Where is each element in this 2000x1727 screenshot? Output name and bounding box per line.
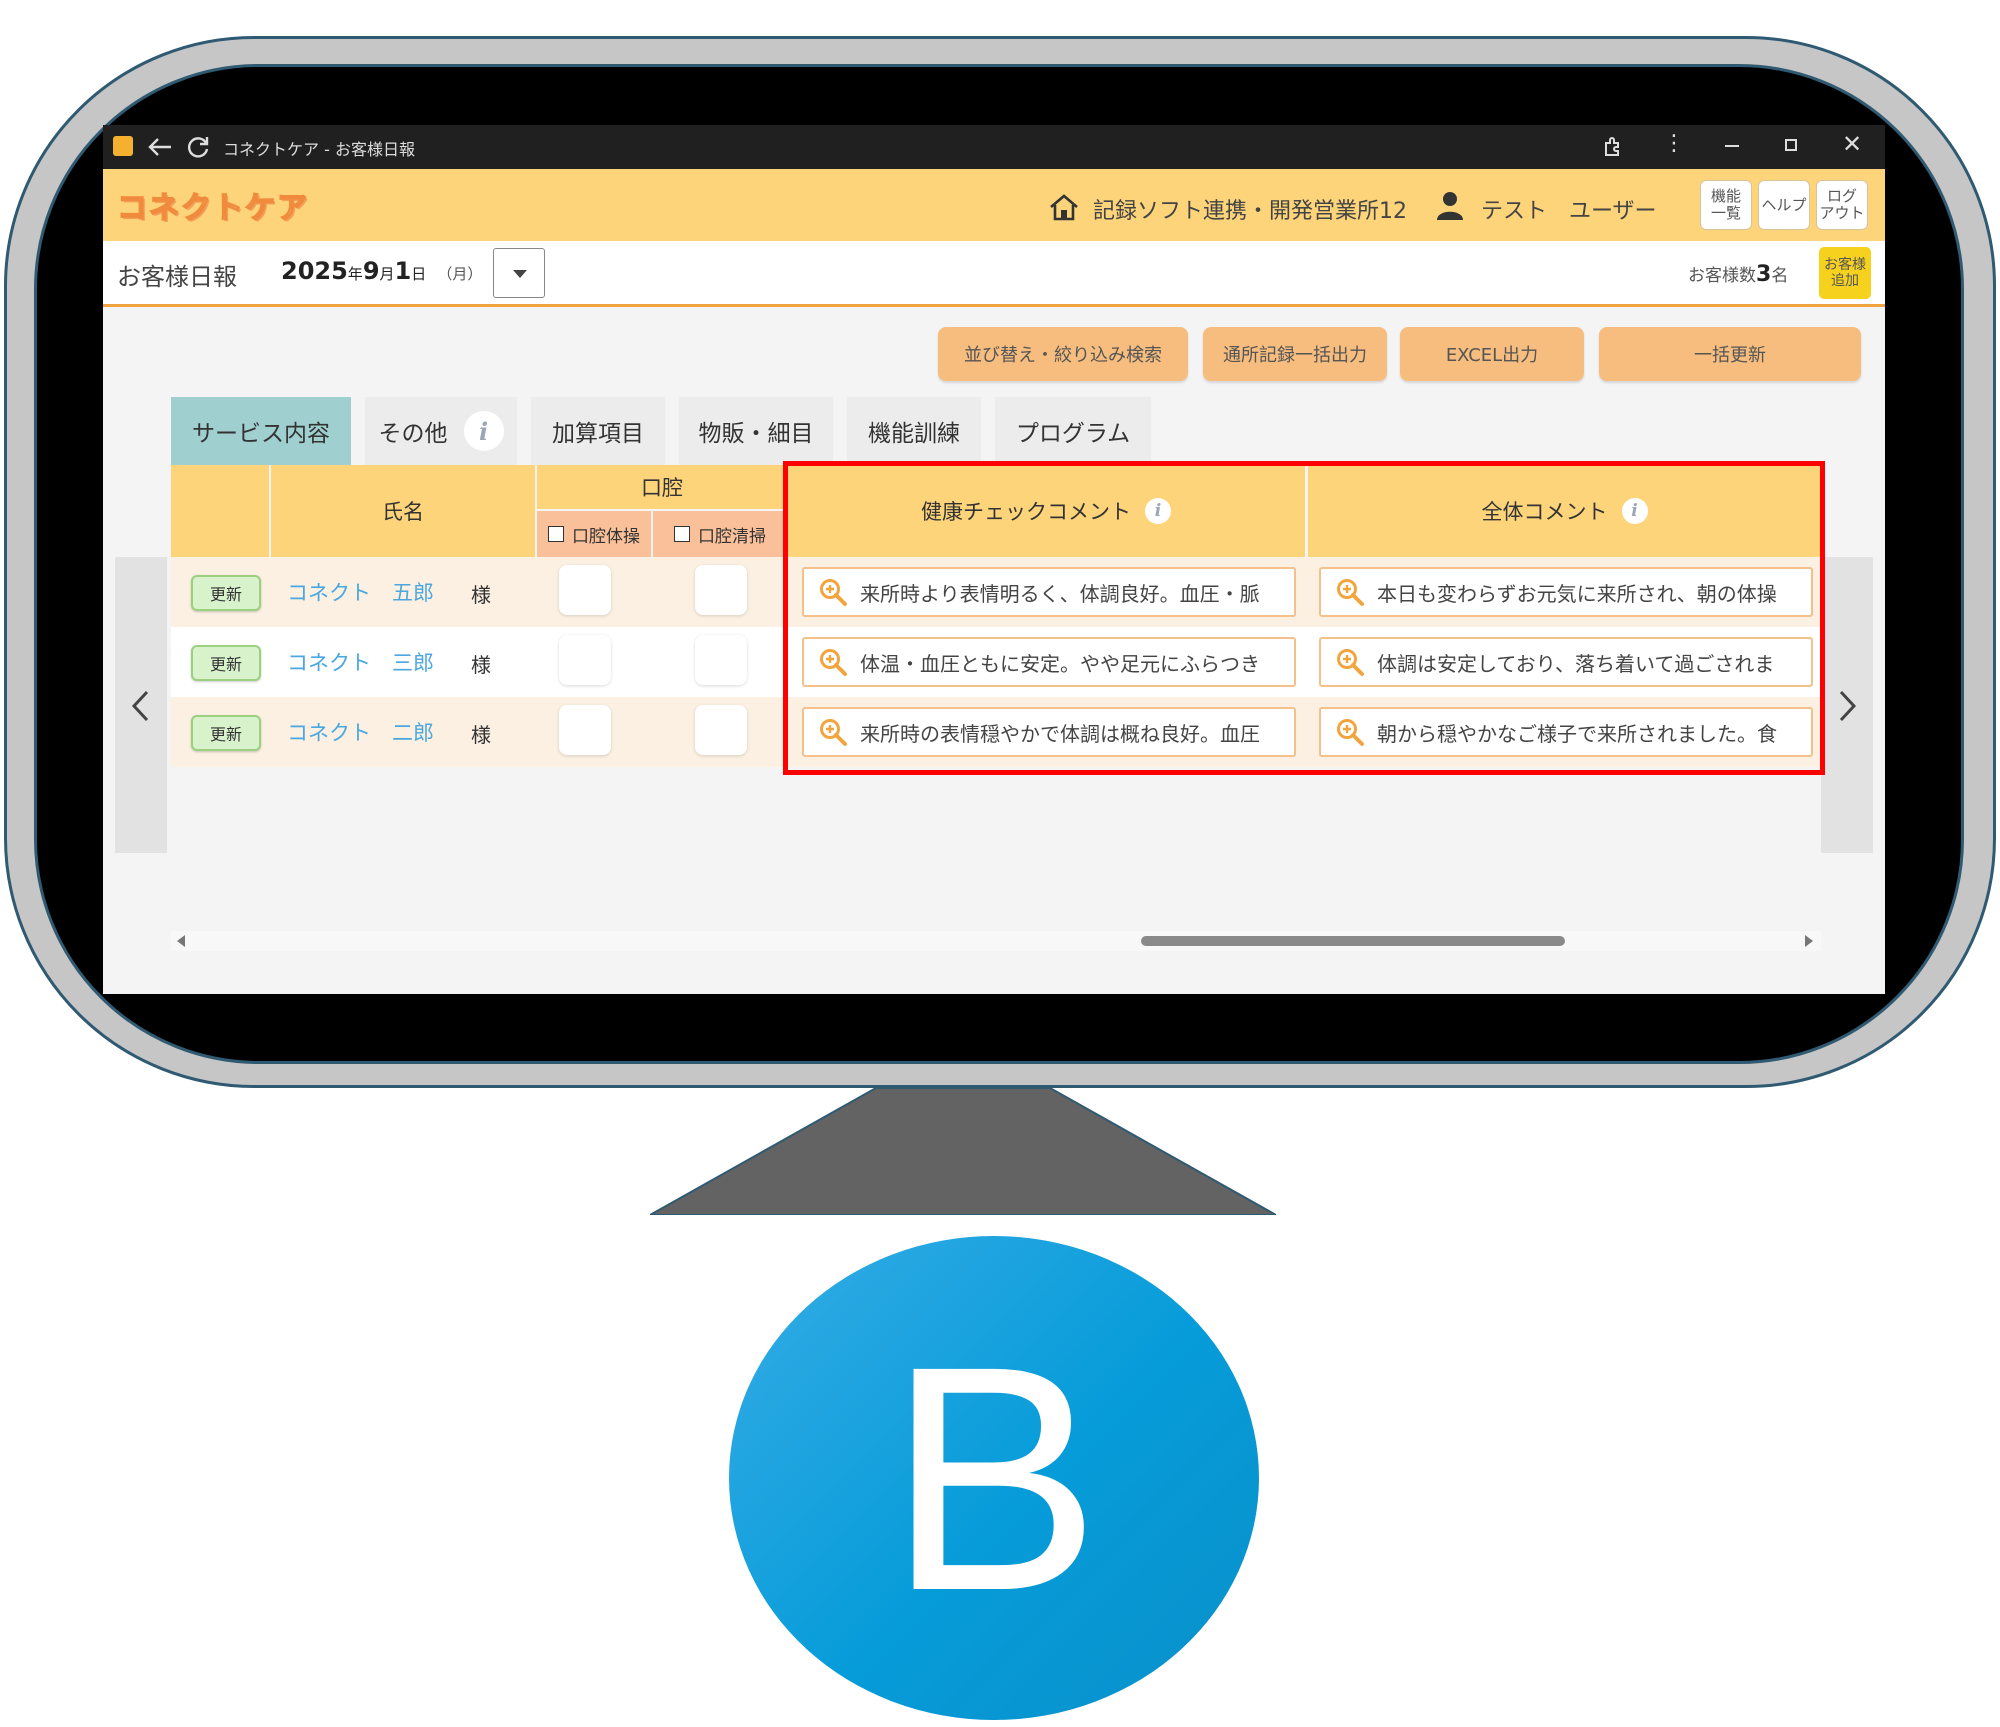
honorific: 様 [471, 583, 491, 607]
help-button[interactable]: ヘルプ [1758, 180, 1810, 230]
horizontal-scrollbar[interactable] [171, 931, 1821, 951]
tab-service-content[interactable]: サービス内容 [171, 397, 351, 465]
maximize-icon[interactable] [1785, 139, 1797, 151]
chevron-down-icon [513, 270, 527, 278]
excel-output-button[interactable]: EXCEL出力 [1400, 327, 1584, 381]
update-button[interactable]: 更新 [191, 715, 261, 751]
date-bar: お客様日報 2025年9月1日 （月） お客様数3名 お客様 追加 [103, 241, 1885, 307]
oral-cleaning-toggle[interactable] [695, 635, 747, 685]
info-icon[interactable]: i [463, 411, 504, 451]
scroll-right-arrow-icon[interactable] [1805, 935, 1813, 947]
tab-other[interactable]: その他 i [365, 397, 517, 465]
report-date: 2025年9月1日 （月） [281, 257, 482, 285]
title-bar: コネクトケア - お客様日報 ⋮ ✕ [103, 125, 1885, 169]
customer-name-link[interactable]: コネクト 二郎 [287, 717, 434, 747]
oral-exercise-checkbox[interactable] [548, 526, 564, 542]
header-blank-cell [171, 465, 269, 557]
header-name: 氏名 [271, 465, 535, 557]
tab-merchandise[interactable]: 物販・細目 [679, 397, 833, 465]
oral-exercise-toggle[interactable] [559, 705, 611, 755]
header-oral-cleaning: 口腔清掃 [653, 511, 787, 557]
app-logo: コネクトケア [116, 190, 309, 227]
oral-cleaning-toggle[interactable] [695, 705, 747, 755]
tab-function-training[interactable]: 機能訓練 [847, 397, 981, 465]
minimize-icon[interactable] [1725, 145, 1739, 147]
app-header: コネクトケア 記録ソフト連携・開発営業所12 テスト ユーザー 機能 一覧 ヘル… [103, 169, 1885, 241]
add-customer-label-2: 追加 [1831, 273, 1859, 289]
tab-addition-items[interactable]: 加算項目 [531, 397, 665, 465]
add-customer-button[interactable]: お客様 追加 [1819, 247, 1871, 299]
honorific: 様 [471, 723, 491, 747]
oral-exercise-toggle[interactable] [559, 565, 611, 615]
functions-list-label-1: 機能 [1710, 187, 1741, 205]
header-oral: 口腔 [537, 465, 787, 509]
customer-name-link[interactable]: コネクト 五郎 [287, 577, 434, 607]
user-name: テスト ユーザー [1481, 199, 1657, 224]
scroll-right-panel[interactable] [1821, 557, 1873, 853]
scroll-left-panel[interactable] [115, 557, 167, 853]
logout-label-2: アウト [1819, 204, 1865, 222]
oral-cleaning-checkbox[interactable] [674, 526, 690, 542]
monitor-stand [650, 1088, 1276, 1215]
functions-list-button[interactable]: 機能 一覧 [1700, 180, 1752, 230]
date-year-unit: 年 [347, 265, 363, 283]
badge-letter: B [887, 1299, 1101, 1657]
page-title: お客様日報 [117, 263, 237, 291]
back-arrow-icon[interactable] [147, 135, 173, 159]
logout-label-1: ログ [1826, 187, 1857, 205]
highlight-box [783, 461, 1825, 775]
update-button[interactable]: 更新 [191, 645, 261, 681]
more-menu-icon[interactable]: ⋮ [1663, 131, 1685, 156]
bulk-record-output-button[interactable]: 通所記録一括出力 [1203, 327, 1387, 381]
customer-count-label: お客様数 [1688, 266, 1756, 286]
extensions-icon[interactable] [1601, 135, 1625, 159]
tab-program[interactable]: プログラム [995, 397, 1151, 465]
scrollbar-thumb[interactable] [1141, 936, 1565, 946]
user-icon [1437, 192, 1463, 220]
customer-name-link[interactable]: コネクト 三郎 [287, 647, 434, 677]
date-month: 9 [362, 257, 380, 285]
honorific: 様 [471, 653, 491, 677]
logout-button[interactable]: ログ アウト [1816, 180, 1868, 230]
app-favicon-icon [113, 136, 133, 156]
date-month-unit: 月 [379, 265, 395, 283]
date-dropdown-button[interactable] [493, 248, 545, 298]
date-day-unit: 日 [411, 265, 427, 283]
reload-icon[interactable] [185, 134, 211, 160]
oral-cleaning-toggle[interactable] [695, 565, 747, 615]
update-button[interactable]: 更新 [191, 575, 261, 611]
bulk-update-button[interactable]: 一括更新 [1599, 327, 1861, 381]
chevron-right-icon [1839, 690, 1857, 722]
header-oral-exercise: 口腔体操 [537, 511, 651, 557]
sort-filter-search-button[interactable]: 並び替え・絞り込み検索 [938, 327, 1188, 381]
customer-count-value: 3 [1756, 262, 1772, 287]
chevron-left-icon [131, 690, 149, 722]
office-name: 記録ソフト連携・開発営業所12 [1093, 199, 1407, 224]
home-icon [1050, 194, 1078, 221]
oral-exercise-toggle[interactable] [559, 635, 611, 685]
scroll-left-arrow-icon[interactable] [177, 935, 185, 947]
functions-list-label-2: 一覧 [1710, 204, 1741, 222]
oral-exercise-label: 口腔体操 [572, 526, 640, 547]
oral-cleaning-label: 口腔清掃 [698, 526, 766, 547]
app-window: コネクトケア - お客様日報 ⋮ ✕ コネクトケア 記録ソフト連携・開発営業所1… [103, 125, 1885, 994]
date-weekday: （月） [437, 265, 483, 283]
customer-count: お客様数3名 [1688, 261, 1788, 287]
close-icon[interactable]: ✕ [1842, 130, 1862, 158]
badge-circle: B [729, 1236, 1259, 1720]
date-year: 2025 [281, 257, 348, 285]
add-customer-label-1: お客様 [1824, 257, 1866, 273]
date-day: 1 [394, 257, 412, 285]
window-title: コネクトケア - お客様日報 [223, 140, 415, 159]
customer-count-unit: 名 [1771, 266, 1789, 286]
tab-other-label: その他 [378, 421, 448, 447]
